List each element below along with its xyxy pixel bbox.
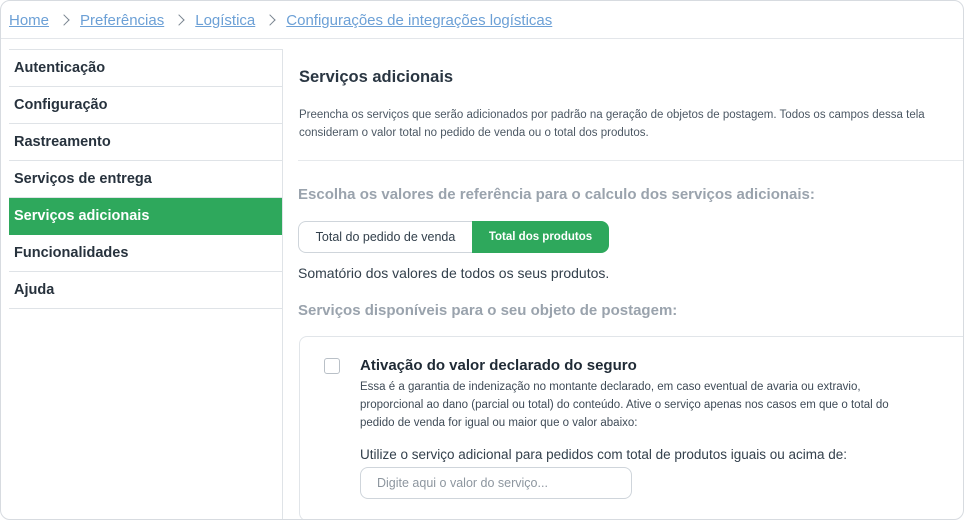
service-title: Ativação do valor declarado do seguro [360,357,637,374]
content-divider [298,160,963,161]
chevron-right-icon [264,14,276,26]
reference-heading: Escolha os valores de referência para o … [298,186,815,203]
service-value-input[interactable] [360,467,632,499]
app-frame: Home Preferências Logística Configuraçõe… [0,0,964,520]
toggle-selected-description: Somatório dos valores de todos os seus p… [298,265,610,281]
sidebar-item-servicos-de-entrega[interactable]: Serviços de entrega [9,161,282,198]
breadcrumb: Home Preferências Logística Configuraçõe… [9,10,552,30]
reference-toggle: Total do pedido de venda Total dos produ… [298,221,609,253]
service-card-seguro: Ativação do valor declarado do seguro Es… [299,336,963,519]
breadcrumb-logistica[interactable]: Logística [195,12,255,29]
services-heading: Serviços disponíveis para o seu objeto d… [298,302,678,319]
chevron-right-icon [58,14,70,26]
main-content: Serviços adicionais Preencha os serviços… [298,49,963,519]
chevron-right-icon [173,14,185,26]
sidebar-item-funcionalidades[interactable]: Funcionalidades [9,235,282,272]
toggle-total-produtos[interactable]: Total dos produtos [472,221,609,253]
header-divider [1,38,963,39]
sidebar-item-ajuda[interactable]: Ajuda [9,272,282,309]
page-description: Preencha os serviços que serão adicionad… [299,109,925,139]
toggle-total-pedido-venda[interactable]: Total do pedido de venda [298,221,472,253]
sidebar-item-configuracao[interactable]: Configuração [9,87,282,124]
service-description: Essa é a garantia de indenização no mont… [360,381,889,429]
breadcrumb-home[interactable]: Home [9,12,49,29]
breadcrumb-preferencias[interactable]: Preferências [80,12,164,29]
sidebar-item-autenticacao[interactable]: Autenticação [9,50,282,87]
sidebar-item-servicos-adicionais[interactable]: Serviços adicionais [9,198,282,235]
seguro-checkbox[interactable] [324,358,340,374]
breadcrumb-configuracoes[interactable]: Configurações de integrações logísticas [286,12,552,29]
sidebar-item-rastreamento[interactable]: Rastreamento [9,124,282,161]
service-input-label: Utilize o serviço adicional para pedidos… [360,447,848,462]
page-title: Serviços adicionais [299,68,454,86]
sidebar: Autenticação Configuração Rastreamento S… [9,49,283,519]
